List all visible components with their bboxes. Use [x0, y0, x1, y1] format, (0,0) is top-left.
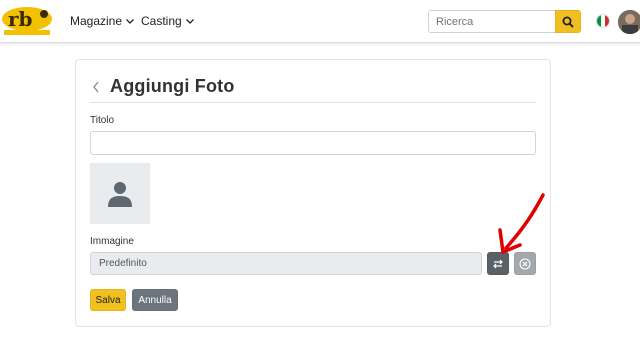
- svg-text:rb: rb: [8, 7, 33, 31]
- italy-flag-icon[interactable]: [596, 14, 610, 28]
- page-title: Aggiungi Foto: [110, 76, 235, 96]
- site-logo[interactable]: rb: [0, 4, 54, 38]
- user-avatar[interactable]: [618, 10, 640, 34]
- photo-preview-placeholder: [90, 163, 150, 224]
- top-navbar: rb Magazine Casting: [0, 0, 640, 43]
- nav-casting-menu[interactable]: Casting: [141, 14, 195, 28]
- nav-casting-label: Casting: [141, 14, 182, 28]
- change-image-button[interactable]: [487, 252, 509, 275]
- back-chevron-icon[interactable]: [91, 80, 101, 94]
- search-icon: [562, 16, 574, 28]
- nav-magazine-menu[interactable]: Magazine: [70, 14, 135, 28]
- chevron-down-icon: [185, 19, 194, 24]
- user-silhouette-icon: [108, 181, 132, 207]
- titolo-label: Titolo: [90, 115, 115, 126]
- cancel-button[interactable]: Annulla: [132, 289, 178, 311]
- titolo-input[interactable]: [90, 131, 536, 155]
- immagine-field[interactable]: Predefinito: [90, 252, 482, 275]
- title-divider: [90, 102, 536, 103]
- save-button[interactable]: Salva: [90, 289, 126, 311]
- remove-image-button[interactable]: [514, 252, 536, 275]
- immagine-value: Predefinito: [99, 258, 147, 269]
- search-button[interactable]: [555, 10, 581, 33]
- search-input[interactable]: [428, 10, 556, 33]
- avatar-image: [618, 10, 640, 34]
- swap-arrows-icon: [493, 259, 503, 268]
- chevron-down-icon: [126, 19, 134, 24]
- close-circle-icon: [519, 257, 531, 270]
- nav-magazine-label: Magazine: [70, 14, 123, 28]
- immagine-label: Immagine: [90, 236, 134, 247]
